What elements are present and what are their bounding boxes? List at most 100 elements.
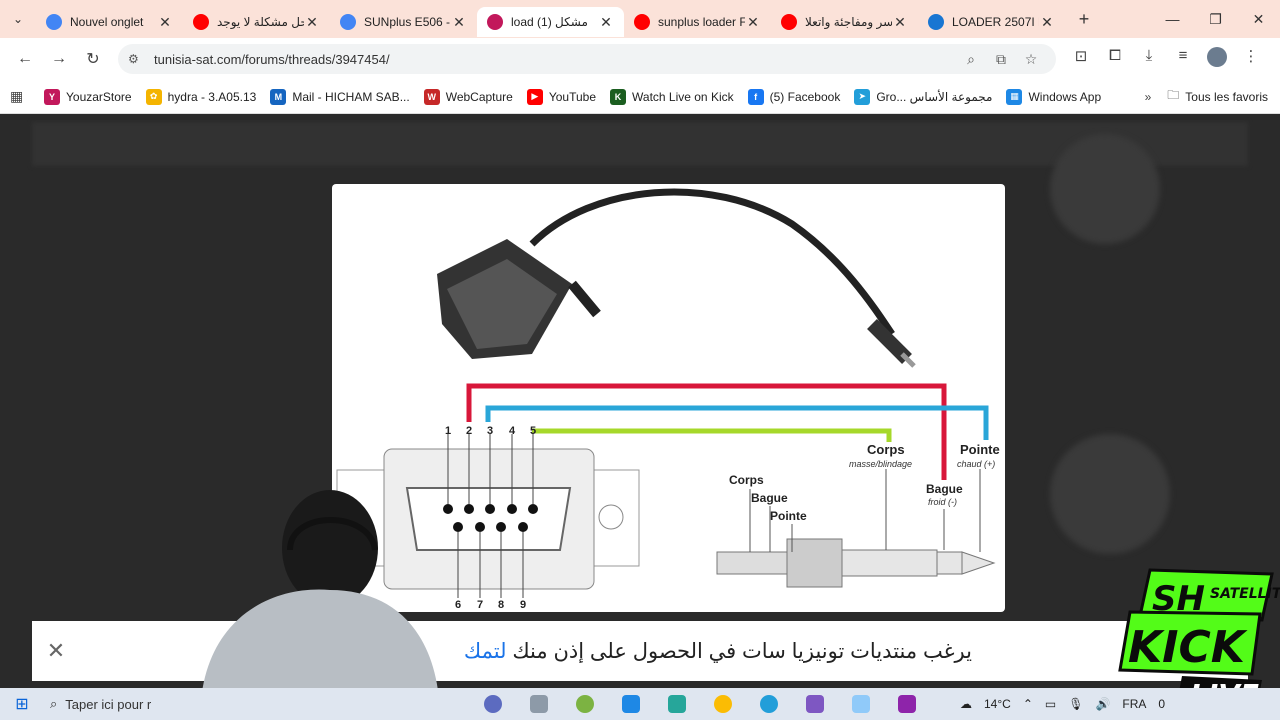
db9-pin-top: [443, 504, 453, 514]
db9-pin-bottom: [453, 522, 463, 532]
bookmark-8[interactable]: ▦ Windows App: [1006, 88, 1102, 105]
bookmark-favicon-icon: M: [270, 88, 287, 105]
tab-title: SUNplus E506 -: [364, 15, 451, 29]
close-tab-icon[interactable]: ✕: [1039, 14, 1055, 31]
download-icon[interactable]: ⤓: [1132, 47, 1166, 71]
db9-pin-number: 7: [477, 599, 483, 611]
close-notification-icon[interactable]: ✕: [32, 638, 80, 664]
new-tab-button[interactable]: +: [1069, 9, 1099, 30]
taskbar-app-chrome-icon[interactable]: [700, 690, 746, 718]
tab-title: حل مشكلة لا يوجد: [217, 15, 304, 29]
url-text[interactable]: tunisia-sat.com/forums/threads/3947454/: [154, 52, 956, 67]
bookmark-label: Watch Live on Kick: [632, 89, 734, 104]
taskbar-app-notes-icon[interactable]: [838, 690, 884, 718]
browser-toolbar: ← → ↻ ⚙ tunisia-sat.com/forums/threads/3…: [0, 38, 1280, 80]
brand-satellite: SATELLITE: [1210, 586, 1280, 602]
puzzle-icon[interactable]: ⧠: [1098, 47, 1132, 71]
bookmark-label: YouzarStore: [66, 89, 132, 104]
db9-pin-number: 5: [530, 425, 536, 437]
minimize-icon[interactable]: —: [1151, 11, 1194, 28]
language-indicator[interactable]: FRA: [1122, 697, 1146, 711]
db9-pin-number: 2: [466, 425, 472, 437]
bookmark-1[interactable]: ✿ hydra - 3.A05.13: [145, 88, 256, 105]
zoom-icon[interactable]: ⌕: [956, 51, 986, 68]
bookmark-4[interactable]: ▶ YouTube: [526, 88, 596, 105]
screenshot-icon[interactable]: ⧉: [986, 51, 1016, 68]
close-tab-icon[interactable]: ✕: [598, 14, 614, 31]
label-pointe-sub: chaud (+): [957, 459, 995, 469]
db9-connector-photo: [437, 239, 601, 359]
tab-2[interactable]: SUNplus E506 - ✕: [330, 7, 477, 37]
site-info-icon[interactable]: ⚙: [128, 52, 146, 66]
brand-sh: SH: [1152, 579, 1205, 619]
bookmarks-bar: ▦ Y YouzarStore ✿ hydra - 3.A05.13 M Mail - H…: [0, 80, 1280, 114]
close-tab-icon[interactable]: ✕: [157, 14, 173, 31]
notification-link[interactable]: لتمك: [464, 640, 507, 663]
notification-message: يرغب منتديات تونيزيا سات في الحصول على إ…: [464, 639, 972, 664]
tab-search-chevron-icon[interactable]: ⌄: [0, 0, 36, 38]
db9-pin-top: [464, 504, 474, 514]
tab-1[interactable]: حل مشكلة لا يوجد ✕: [183, 7, 330, 37]
bookmark-label: Mail - HICHAM SAB...: [292, 89, 410, 104]
taskbar-app-explorer-icon[interactable]: [516, 690, 562, 718]
taskbar-app-satellite-icon[interactable]: [792, 690, 838, 718]
tab-3[interactable]: load (1) مشكل ✕: [477, 7, 624, 37]
bookmark-label: Windows App: [1028, 89, 1102, 104]
network-icon[interactable]: ▭: [1045, 697, 1056, 711]
bookmark-0[interactable]: Y YouzarStore: [44, 88, 132, 105]
close-window-icon[interactable]: ✕: [1237, 11, 1280, 28]
apps-grid-icon[interactable]: ▦: [10, 88, 30, 105]
all-bookmarks-folder[interactable]: 🗀 Tous les favoris: [1167, 86, 1268, 107]
tab-4[interactable]: sunplus loader F ✕: [624, 7, 771, 37]
restore-icon[interactable]: ❐: [1194, 11, 1237, 28]
bookmark-favicon-icon: ▦: [1006, 88, 1023, 105]
bookmark-5[interactable]: K Watch Live on Kick: [610, 88, 734, 105]
db9-pin-bottom: [496, 522, 506, 532]
avatar[interactable]: [1200, 47, 1234, 71]
taskbar-app-gear-icon[interactable]: [562, 690, 608, 718]
reload-icon[interactable]: ↻: [76, 49, 110, 69]
menu-icon[interactable]: ⋮: [1234, 47, 1268, 71]
windows-start-icon[interactable]: ⊞: [0, 694, 44, 714]
tab-5[interactable]: سر ومفاجئة واتعلا ✕: [771, 7, 918, 37]
tray-chevron-icon[interactable]: ⌃: [1023, 697, 1033, 711]
back-icon[interactable]: ←: [8, 50, 42, 68]
forward-icon[interactable]: →: [42, 50, 76, 68]
taskbar-app-calculator-icon[interactable]: [608, 690, 654, 718]
bookmark-2[interactable]: M Mail - HICHAM SAB...: [270, 88, 410, 105]
taskbar-app-telegram-icon[interactable]: [746, 690, 792, 718]
microphone-icon[interactable]: 🎙: [1068, 697, 1083, 711]
tab-6[interactable]: LOADER 2507I D ✕: [918, 7, 1065, 37]
temperature[interactable]: 14°C: [984, 697, 1011, 711]
taskbar-app-network-icon[interactable]: [654, 690, 700, 718]
blurred-avatar-2: [1050, 434, 1170, 554]
close-tab-icon[interactable]: ✕: [304, 14, 320, 31]
media-icon[interactable]: ≡: [1166, 47, 1200, 71]
taskbar-app-winrar-icon[interactable]: [884, 690, 930, 718]
db9-pin-number: 6: [455, 599, 461, 611]
volume-icon[interactable]: 🔊: [1095, 697, 1110, 711]
close-tab-icon[interactable]: ✕: [745, 14, 761, 31]
close-tab-icon[interactable]: ✕: [451, 14, 467, 31]
blue-wire: [485, 405, 989, 440]
taskbar-apps: [470, 690, 930, 718]
bookmark-6[interactable]: f (5) Facebook: [747, 88, 840, 105]
address-bar[interactable]: ⚙ tunisia-sat.com/forums/threads/3947454…: [118, 44, 1056, 74]
weather-icon[interactable]: ☁: [960, 697, 972, 711]
taskbar-search[interactable]: ⌕ Taper ici pour r: [44, 690, 184, 718]
taskbar-app-settings-icon[interactable]: [470, 690, 516, 718]
more-bookmarks-icon[interactable]: »: [1145, 90, 1152, 104]
streamer-head: [282, 490, 378, 606]
extension-icon[interactable]: ⊡: [1064, 47, 1098, 71]
clock[interactable]: 0: [1158, 697, 1165, 711]
bookmark-7[interactable]: ➤ Gro... مجموعة الأساس: [854, 88, 992, 105]
close-tab-icon[interactable]: ✕: [892, 14, 908, 31]
tab-strip: ⌄ Nouvel onglet ✕ حل مشكلة لا يوجد ✕ SUNplus…: [0, 0, 1280, 38]
db9-pin-number: 8: [498, 599, 504, 611]
taskbar-search-placeholder: Taper ici pour r: [65, 696, 152, 712]
bookmark-star-icon[interactable]: ☆: [1016, 51, 1046, 68]
tab-0[interactable]: Nouvel onglet ✕: [36, 7, 183, 37]
bookmark-3[interactable]: W WebCapture: [423, 88, 513, 105]
bookmark-favicon-icon: f: [747, 88, 764, 105]
db9-pin-number: 1: [445, 425, 451, 437]
